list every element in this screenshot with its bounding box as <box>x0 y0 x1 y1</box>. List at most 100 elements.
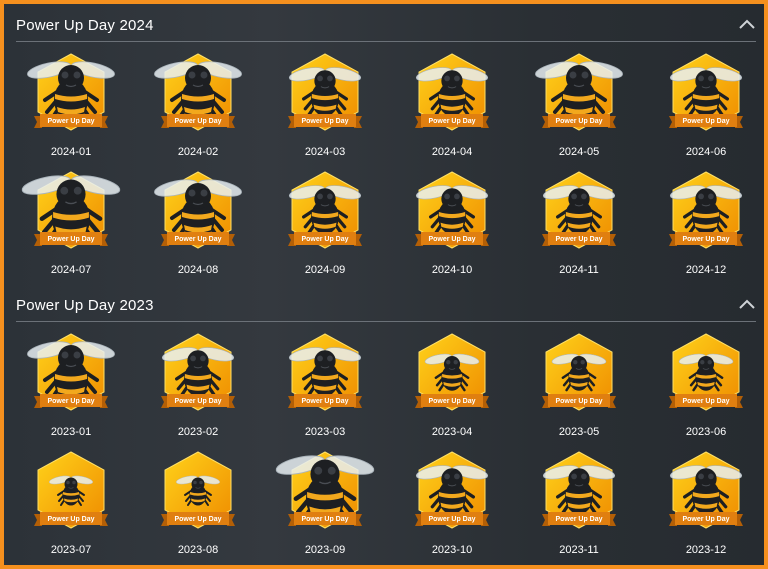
ribbon-label: Power Up Day <box>174 398 221 405</box>
badge-label: 2023-11 <box>559 544 599 556</box>
badge-item[interactable]: Power Up Day 2024-04 <box>397 50 497 162</box>
badge-item[interactable]: Power Up Day 2023-08 <box>143 448 243 560</box>
badge-item[interactable]: Power Up Day 2024-05 <box>524 50 624 162</box>
bee-hexagon-badge-icon: Power Up Day <box>154 53 242 131</box>
badge-label: 2024-12 <box>685 264 727 276</box>
ribbon-label: Power Up Day <box>682 516 729 523</box>
bee-hexagon-badge-icon: Power Up Day <box>535 53 623 131</box>
bee-hexagon-badge-icon: Power Up Day <box>27 333 115 411</box>
section-title: Power Up Day 2023 <box>16 297 154 314</box>
badge-item[interactable]: Power Up Day 2024-08 <box>143 168 243 280</box>
bee-hexagon-badge-icon: Power Up Day <box>154 171 242 249</box>
badge-label: 2024-03 <box>304 146 346 158</box>
ribbon-label: Power Up Day <box>428 516 475 523</box>
ribbon-label: Power Up Day <box>174 118 221 125</box>
ribbon-label: Power Up Day <box>555 398 602 405</box>
badge-item[interactable]: Power Up Day 2024-07 <box>16 168 121 280</box>
badge-item[interactable]: Power Up Day 2023-12 <box>651 448 751 560</box>
ribbon-label: Power Up Day <box>47 236 94 243</box>
ribbon-label: Power Up Day <box>47 118 94 125</box>
ribbon-label: Power Up Day <box>301 118 348 125</box>
badge-item[interactable]: Power Up Day 2023-01 <box>16 330 116 442</box>
badge-label: 2024-05 <box>558 146 600 158</box>
badge-label: 2024-01 <box>50 146 92 158</box>
badges-panel: Power Up Day 2024 Power Up Day 2024-01 Pow… <box>4 4 764 565</box>
ribbon-label: Power Up Day <box>174 236 221 243</box>
bee-hexagon-badge-icon: Power Up Day <box>161 451 235 529</box>
badge-item[interactable]: Power Up Day 2023-11 <box>524 448 624 560</box>
bee-hexagon-badge-icon: Power Up Day <box>161 333 235 411</box>
badge-item[interactable]: Power Up Day 2024-06 <box>651 50 751 162</box>
badge-label: 2023-02 <box>177 426 219 438</box>
badge-label: 2024-11 <box>559 264 599 276</box>
bee-hexagon-badge-icon: Power Up Day <box>669 333 743 411</box>
bee-hexagon-badge-icon: Power Up Day <box>415 451 489 529</box>
bee-hexagon-badge-icon: Power Up Day <box>415 333 489 411</box>
badge-item[interactable]: Power Up Day 2024-12 <box>651 168 751 280</box>
bee-icon <box>21 175 121 244</box>
ribbon-label: Power Up Day <box>682 236 729 243</box>
badge-label: 2023-10 <box>431 544 473 556</box>
bee-hexagon-badge-icon: Power Up Day <box>21 171 121 249</box>
bee-hexagon-badge-icon: Power Up Day <box>27 53 115 131</box>
bee-hexagon-badge-icon: Power Up Day <box>288 53 362 131</box>
badge-item[interactable]: Power Up Day 2024-01 <box>16 50 116 162</box>
badge-item[interactable]: Power Up Day 2024-02 <box>143 50 243 162</box>
bee-hexagon-badge-icon: Power Up Day <box>542 451 616 529</box>
ribbon-label: Power Up Day <box>682 118 729 125</box>
bee-hexagon-badge-icon: Power Up Day <box>669 451 743 529</box>
badge-label: 2023-08 <box>177 544 219 556</box>
badge-label: 2023-04 <box>431 426 473 438</box>
badge-label: 2023-06 <box>685 426 727 438</box>
bee-hexagon-badge-icon: Power Up Day <box>415 53 489 131</box>
badge-label: 2024-02 <box>177 146 219 158</box>
badge-item[interactable]: Power Up Day 2024-11 <box>524 168 624 280</box>
chevron-up-icon[interactable] <box>738 298 756 310</box>
ribbon-label: Power Up Day <box>47 398 94 405</box>
ribbon-label: Power Up Day <box>47 516 94 523</box>
bee-hexagon-badge-icon: Power Up Day <box>669 53 743 131</box>
bee-hexagon-badge-icon: Power Up Day <box>34 451 108 529</box>
badge-item[interactable]: Power Up Day 2023-04 <box>397 330 497 442</box>
badge-label: 2023-09 <box>304 544 346 556</box>
badge-label: 2023-01 <box>50 426 92 438</box>
bee-hexagon-badge-icon: Power Up Day <box>275 451 375 529</box>
badge-item[interactable]: Power Up Day 2023-03 <box>270 330 370 442</box>
badge-item[interactable]: Power Up Day 2023-02 <box>143 330 243 442</box>
badge-item[interactable]: Power Up Day 2023-05 <box>524 330 624 442</box>
bee-hexagon-badge-icon: Power Up Day <box>669 171 743 249</box>
section-header[interactable]: Power Up Day 2023 <box>16 290 756 322</box>
ribbon-label: Power Up Day <box>428 398 475 405</box>
badge-item[interactable]: Power Up Day 2024-09 <box>270 168 370 280</box>
ribbon-label: Power Up Day <box>682 398 729 405</box>
badge-label: 2023-12 <box>685 544 727 556</box>
badge-item[interactable]: Power Up Day 2024-03 <box>270 50 370 162</box>
badge-label: 2023-03 <box>304 426 346 438</box>
badge-item[interactable]: Power Up Day 2024-10 <box>397 168 497 280</box>
bee-hexagon-badge-icon: Power Up Day <box>415 171 489 249</box>
ribbon-label: Power Up Day <box>174 516 221 523</box>
badge-label: 2024-07 <box>50 264 92 276</box>
badge-label: 2024-10 <box>431 264 473 276</box>
ribbon-label: Power Up Day <box>428 118 475 125</box>
ribbon-label: Power Up Day <box>301 236 348 243</box>
section-header[interactable]: Power Up Day 2024 <box>16 10 756 42</box>
ribbon-label: Power Up Day <box>555 236 602 243</box>
ribbon-label: Power Up Day <box>301 516 348 523</box>
badge-label: 2023-05 <box>558 426 600 438</box>
bee-hexagon-badge-icon: Power Up Day <box>288 171 362 249</box>
section-title: Power Up Day 2024 <box>16 17 154 34</box>
badge-item[interactable]: Power Up Day 2023-10 <box>397 448 497 560</box>
badge-item[interactable]: Power Up Day 2023-07 <box>16 448 116 560</box>
bee-hexagon-badge-icon: Power Up Day <box>288 333 362 411</box>
badge-label: 2024-09 <box>304 264 346 276</box>
bee-hexagon-badge-icon: Power Up Day <box>542 333 616 411</box>
chevron-up-icon[interactable] <box>738 18 756 30</box>
badge-item[interactable]: Power Up Day 2023-09 <box>270 448 375 560</box>
bee-icon <box>275 455 375 524</box>
badge-label: 2023-07 <box>50 544 92 556</box>
badge-item[interactable]: Power Up Day 2023-06 <box>651 330 751 442</box>
bee-hexagon-badge-icon: Power Up Day <box>542 171 616 249</box>
ribbon-label: Power Up Day <box>428 236 475 243</box>
badge-label: 2024-04 <box>431 146 473 158</box>
